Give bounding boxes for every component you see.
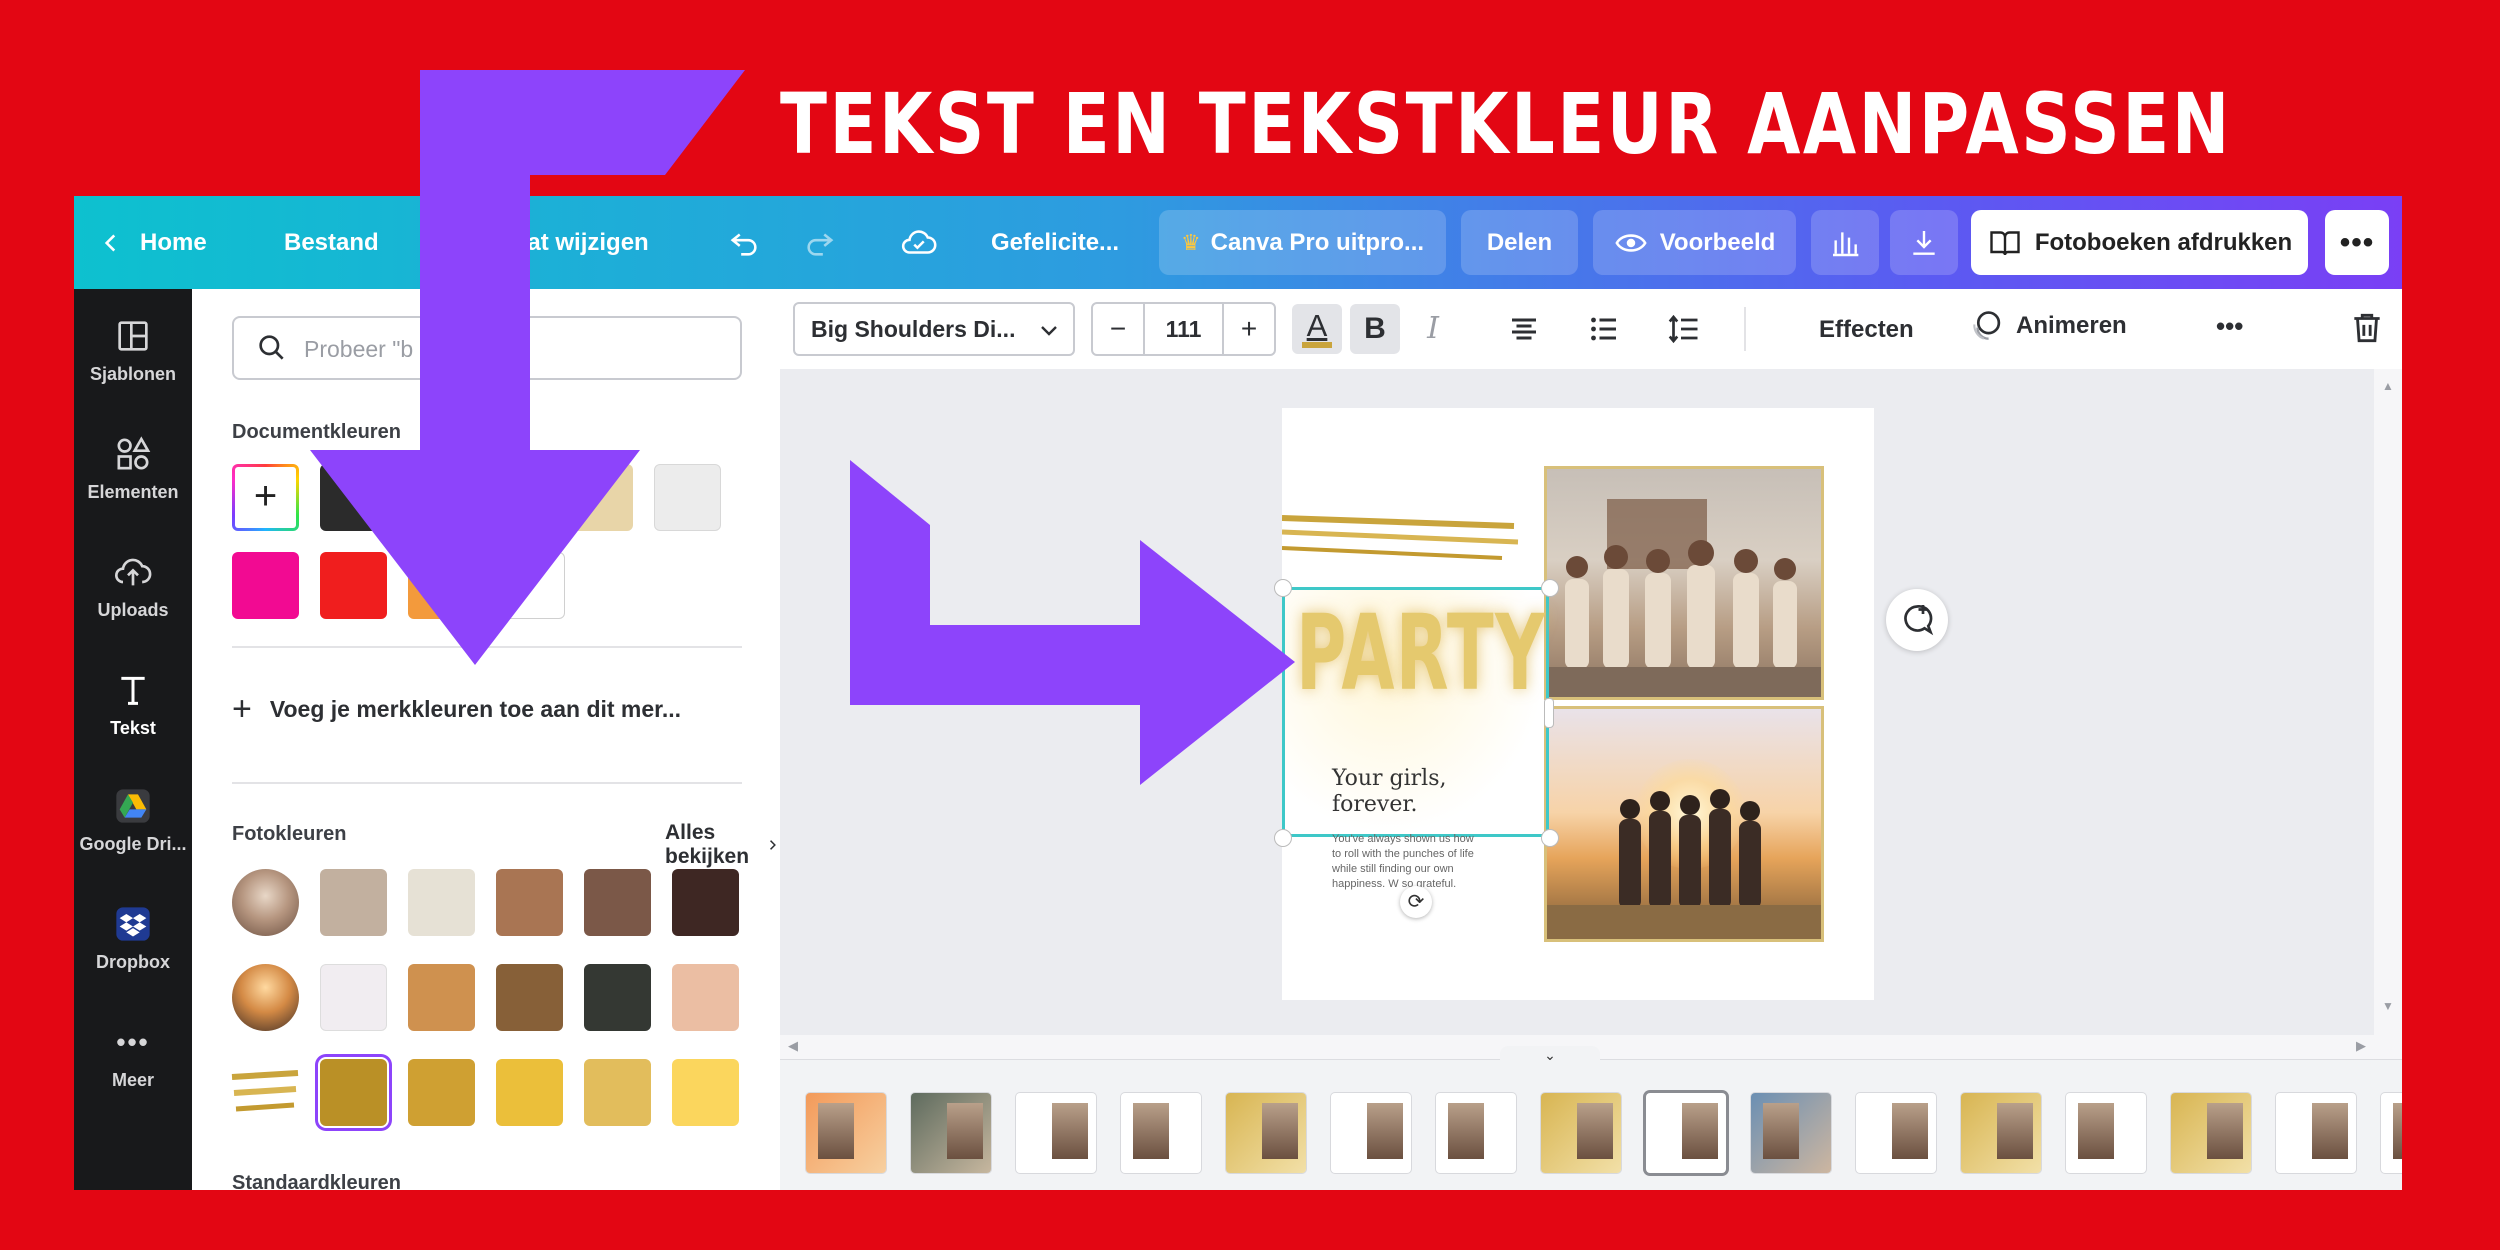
tutorial-arrows	[310, 70, 1295, 785]
right-arrow	[850, 460, 1295, 785]
down-arrow	[310, 70, 745, 665]
